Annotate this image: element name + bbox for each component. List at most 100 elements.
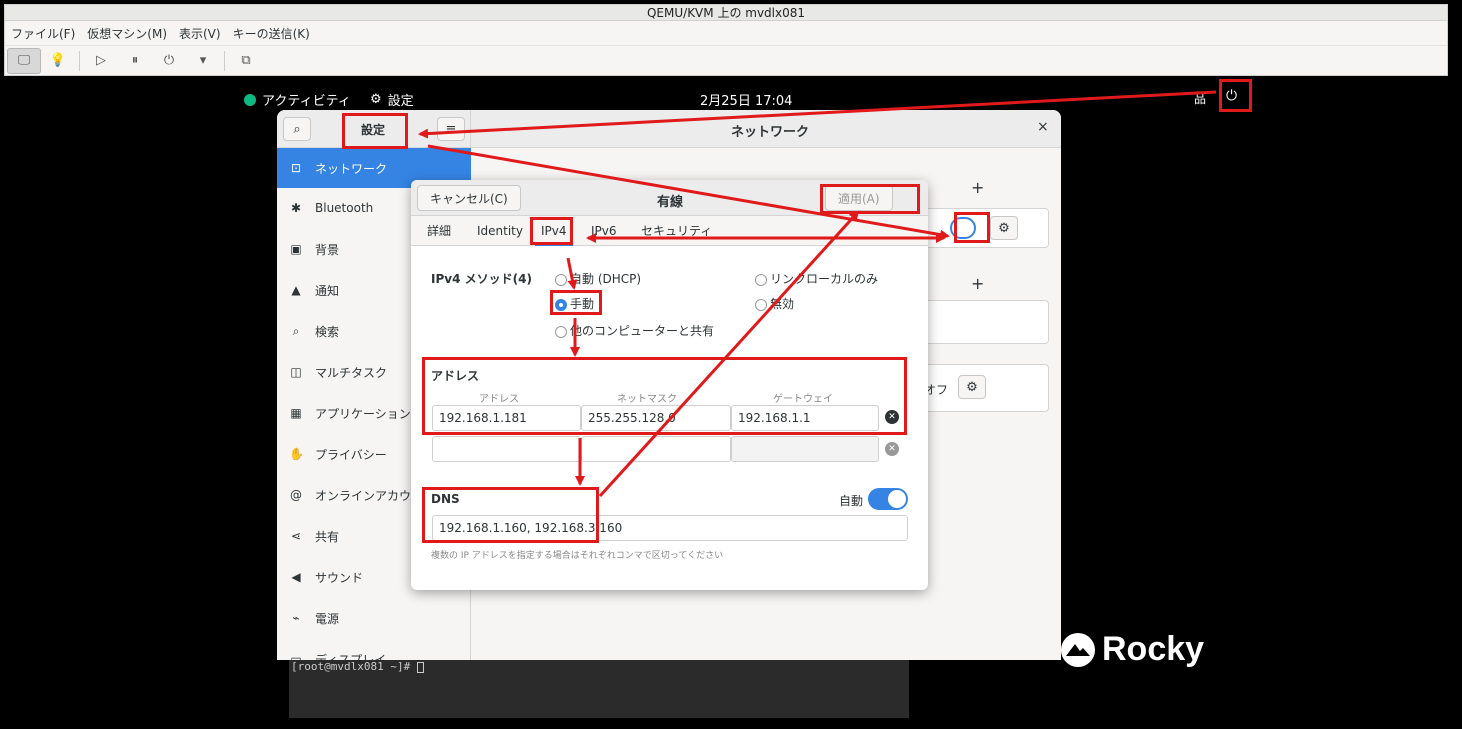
qemu-menubar: ファイル(F) 仮想マシン(M) 表示(V) キーの送信(K) bbox=[5, 22, 1447, 44]
terminal-cursor bbox=[416, 661, 424, 673]
bell-icon: ▲ bbox=[291, 283, 301, 297]
network-icon: ⊡ bbox=[290, 161, 302, 175]
close-icon[interactable]: × bbox=[1037, 119, 1049, 135]
method-disabled[interactable]: 無効 bbox=[755, 295, 794, 312]
gateway-input[interactable]: 192.168.1.1 bbox=[731, 405, 879, 431]
menu-vm[interactable]: 仮想マシン(M) bbox=[87, 25, 167, 42]
remove-address-icon[interactable]: ✕ bbox=[885, 410, 899, 424]
address-input-empty[interactable] bbox=[432, 436, 581, 462]
method-dhcp[interactable]: 自動 (DHCP) bbox=[555, 270, 641, 287]
sound-icon: ◀ bbox=[291, 570, 301, 584]
tab-security[interactable]: セキュリティ bbox=[635, 216, 718, 246]
power-icon[interactable]: ⏻ bbox=[1226, 88, 1237, 104]
netmask-input[interactable]: 255.255.128.0 bbox=[581, 405, 731, 431]
pause-icon[interactable]: ⏸ bbox=[118, 48, 152, 74]
sidebar-item-display[interactable]: ▭ ディスプレイ bbox=[277, 639, 471, 660]
qemu-window: QEMU/KVM 上の mvdlx081 ファイル(F) 仮想マシン(M) 表示… bbox=[4, 4, 1448, 76]
sidebar-item-label: 共有 bbox=[315, 529, 340, 544]
add-vpn-icon[interactable]: + bbox=[971, 274, 984, 293]
wired-settings-gear-icon[interactable]: ⚙ bbox=[990, 216, 1018, 240]
tab-ipv6[interactable]: IPv6 bbox=[585, 216, 623, 246]
dns-auto-toggle[interactable] bbox=[868, 488, 908, 510]
gateway-input-empty[interactable] bbox=[731, 436, 879, 462]
power-icon: ⌁ bbox=[292, 611, 300, 625]
ipv4-method-label: IPv4 メソッド(4) bbox=[431, 272, 532, 286]
apply-button[interactable]: 適用(A) bbox=[825, 185, 893, 211]
sidebar-item-label: 通知 bbox=[315, 283, 340, 298]
wired-dialog: キャンセル(C) 有線 適用(A) 詳細 Identity IPv4 IPv6 … bbox=[411, 180, 928, 590]
cancel-button[interactable]: キャンセル(C) bbox=[417, 185, 521, 211]
rocky-logo-icon bbox=[244, 93, 256, 106]
proxy-gear-icon[interactable]: ⚙ bbox=[958, 375, 986, 399]
play-icon[interactable]: ▷ bbox=[84, 48, 118, 74]
terminal-window[interactable]: [root@mvdlx081 ~]# bbox=[289, 658, 909, 718]
tab-details[interactable]: 詳細 bbox=[421, 216, 457, 246]
method-manual[interactable]: 手動 bbox=[555, 295, 594, 312]
sidebar-item-label: オンラインアカウ bbox=[315, 488, 412, 503]
sidebar-item-label: ネットワーク bbox=[315, 161, 388, 176]
menu-send-key[interactable]: キーの送信(K) bbox=[233, 25, 310, 42]
gear-icon: ⚙ bbox=[370, 92, 382, 107]
sidebar-item-label: 電源 bbox=[315, 611, 340, 626]
activities-button[interactable]: アクティビティ bbox=[244, 90, 351, 109]
radio-manual[interactable] bbox=[555, 298, 567, 311]
tab-identity[interactable]: Identity bbox=[471, 216, 529, 246]
lightbulb-icon[interactable]: 💡 bbox=[41, 48, 75, 74]
settings-main-header: ネットワーク × bbox=[471, 110, 1061, 148]
sidebar-item-label: 検索 bbox=[315, 324, 340, 339]
bluetooth-icon: ✱ bbox=[290, 201, 302, 215]
clock[interactable]: 2月25日 17:04 bbox=[700, 90, 792, 109]
sidebar-item-label: アプリケーション bbox=[315, 406, 411, 421]
menu-file[interactable]: ファイル(F) bbox=[11, 25, 75, 42]
snapshot-icon[interactable]: ⧉ bbox=[229, 48, 263, 74]
tab-ipv4[interactable]: IPv4 bbox=[535, 216, 573, 246]
method-link-local[interactable]: リンクローカルのみ bbox=[755, 270, 878, 287]
radio-shared[interactable] bbox=[555, 325, 567, 338]
menu-view[interactable]: 表示(V) bbox=[179, 25, 221, 42]
radio-disabled[interactable] bbox=[755, 298, 767, 311]
app-menu-label: 設定 bbox=[387, 94, 414, 109]
sidebar-item-label: Bluetooth bbox=[315, 201, 374, 215]
chevron-down-icon[interactable]: ▾ bbox=[186, 48, 220, 74]
toolbar-separator bbox=[224, 50, 225, 71]
app-menu[interactable]: ⚙ 設定 bbox=[370, 90, 414, 109]
wired-toggle[interactable] bbox=[950, 217, 976, 239]
panel-title: ネットワーク bbox=[731, 125, 810, 140]
remove-empty-row-icon[interactable]: ✕ bbox=[885, 442, 899, 456]
shutdown-icon[interactable]: ⏻ bbox=[152, 48, 186, 74]
col-address: アドレス bbox=[479, 394, 519, 405]
method-disabled-label: 無効 bbox=[770, 297, 795, 311]
apps-icon: ▦ bbox=[290, 406, 302, 420]
search-icon[interactable]: ⌕ bbox=[283, 117, 311, 141]
dns-section-title: DNS bbox=[431, 492, 460, 506]
console-view-icon[interactable]: 🖵 bbox=[7, 47, 41, 74]
hamburger-menu-icon[interactable]: ≡ bbox=[437, 117, 465, 141]
sidebar-item-label: プライバシー bbox=[315, 447, 387, 462]
settings-sidebar-header: ⌕ 設定 ≡ bbox=[277, 110, 471, 148]
method-link-local-label: リンクローカルのみ bbox=[770, 272, 879, 286]
method-shared[interactable]: 他のコンピューターと共有 bbox=[555, 322, 714, 339]
rocky-mountain-icon bbox=[1061, 632, 1095, 667]
address-input[interactable]: 192.168.1.181 bbox=[432, 405, 581, 431]
col-netmask: ネットマスク bbox=[617, 394, 677, 405]
radio-link-local[interactable] bbox=[755, 273, 767, 286]
col-gateway: ゲートウェイ bbox=[773, 394, 833, 405]
radio-dhcp[interactable] bbox=[555, 273, 567, 286]
dialog-header: キャンセル(C) 有線 適用(A) bbox=[411, 180, 928, 216]
method-manual-label: 手動 bbox=[570, 297, 595, 311]
dns-input[interactable]: 192.168.1.160, 192.168.3.160 bbox=[432, 515, 908, 541]
sidebar-item-label: 背景 bbox=[315, 242, 340, 257]
netmask-input-empty[interactable] bbox=[581, 436, 731, 462]
sidebar-item-label: サウンド bbox=[315, 570, 364, 585]
sidebar-item-power[interactable]: ⌁ 電源 bbox=[277, 598, 471, 638]
network-status-icon[interactable]: 品 bbox=[1194, 90, 1206, 107]
display-icon: ▭ bbox=[290, 652, 302, 660]
privacy-icon: ✋ bbox=[289, 447, 304, 461]
rocky-brand: Rocky bbox=[1060, 630, 1204, 669]
add-wired-icon[interactable]: + bbox=[971, 178, 984, 197]
gnome-top-bar: アクティビティ ⚙ 設定 2月25日 17:04 品 ⏻ bbox=[230, 86, 1260, 110]
qemu-window-title: QEMU/KVM 上の mvdlx081 bbox=[5, 5, 1447, 21]
dialog-tabs: 詳細 Identity IPv4 IPv6 セキュリティ bbox=[411, 216, 928, 246]
online-accounts-icon: @ bbox=[290, 488, 302, 502]
dns-auto-label: 自動 bbox=[839, 494, 864, 508]
